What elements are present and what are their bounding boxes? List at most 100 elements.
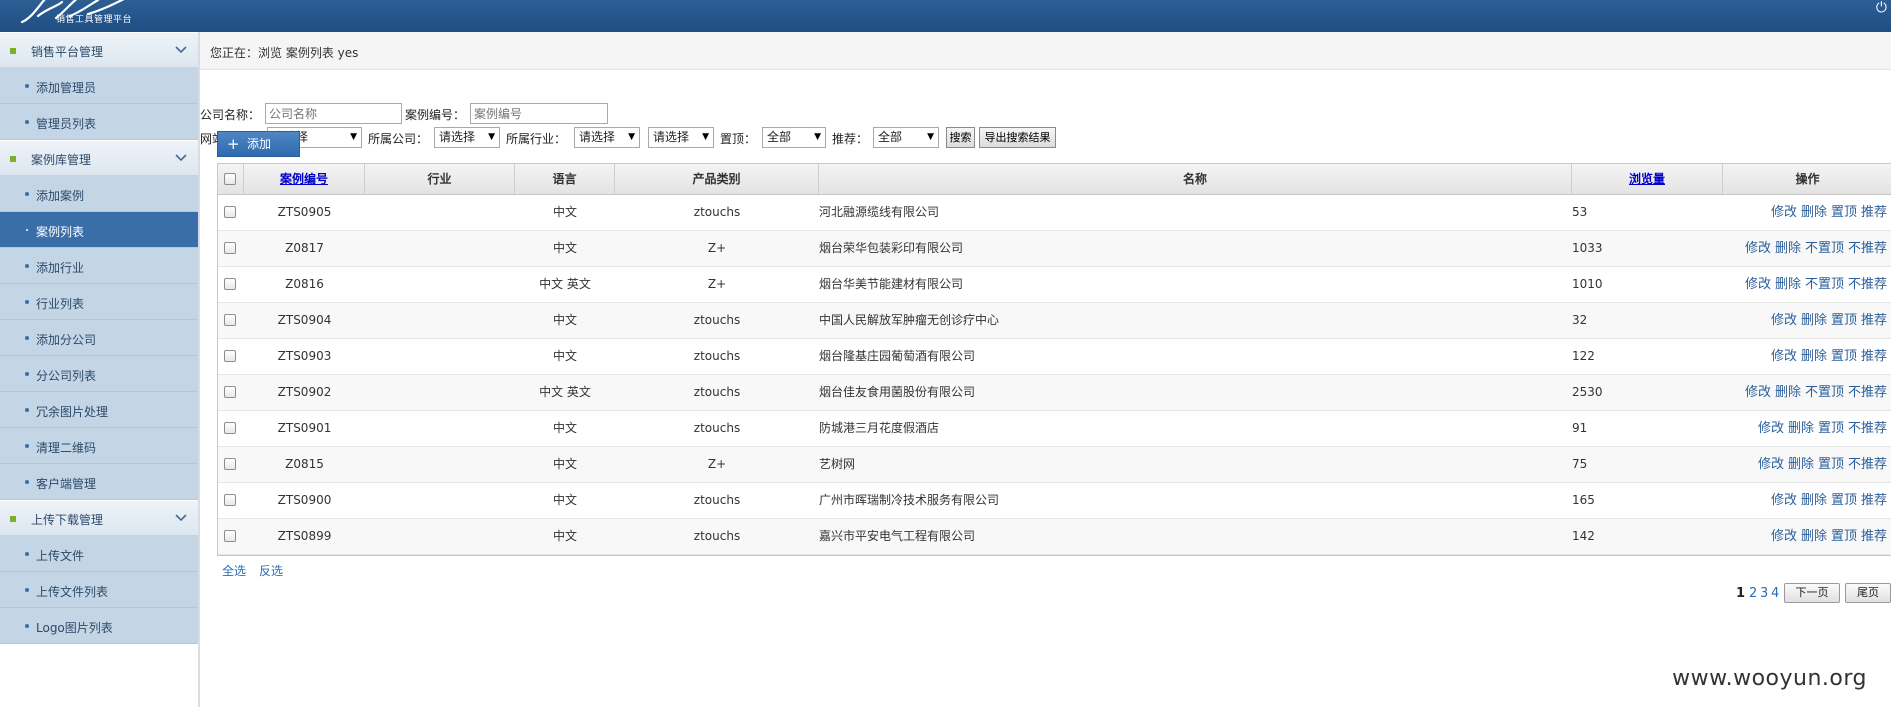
row-action-link[interactable]: 推荐 <box>1861 205 1887 220</box>
search-button[interactable]: 搜索 <box>946 127 975 148</box>
row-action-link[interactable]: 推荐 <box>1861 493 1887 508</box>
row-checkbox[interactable] <box>224 494 236 506</box>
sidebar-item-add-branch[interactable]: 添加分公司 <box>0 320 198 356</box>
row-action-link[interactable]: 置顶 <box>1831 349 1857 364</box>
row-action-link[interactable]: 不推荐 <box>1848 277 1887 292</box>
row-action-link[interactable]: 修改 <box>1771 493 1797 508</box>
row-checkbox[interactable] <box>224 278 236 290</box>
sidebar-item-add-case[interactable]: 添加案例 <box>0 176 198 212</box>
row-action-link[interactable]: 推荐 <box>1861 313 1887 328</box>
last-page-button[interactable]: 尾页 <box>1845 583 1891 603</box>
row-action-link[interactable]: 置顶 <box>1818 457 1844 472</box>
row-action-link[interactable]: 置顶 <box>1831 493 1857 508</box>
sidebar-item-industry-list[interactable]: 行业列表 <box>0 284 198 320</box>
dropdown-arrow-icon: ▼ <box>628 132 635 142</box>
sidebar-item-upload-file[interactable]: 上传文件 <box>0 536 198 572</box>
bullet-icon <box>25 444 29 448</box>
col-views[interactable]: 浏览量 <box>1572 164 1723 194</box>
row-checkbox[interactable] <box>224 314 236 326</box>
row-action-link[interactable]: 删除 <box>1801 529 1827 544</box>
sidebar-item-add-industry[interactable]: 添加行业 <box>0 248 198 284</box>
row-action-link[interactable]: 推荐 <box>1861 349 1887 364</box>
row-checkbox[interactable] <box>224 422 236 434</box>
row-action-link[interactable]: 修改 <box>1745 241 1771 256</box>
row-action-link[interactable]: 不推荐 <box>1848 421 1887 436</box>
row-checkbox[interactable] <box>224 242 236 254</box>
row-action-link[interactable]: 修改 <box>1771 529 1797 544</box>
cell-case-number: ZTS0901 <box>277 421 332 435</box>
page-link[interactable]: 4 <box>1771 586 1779 601</box>
power-icon[interactable]: ⏻ <box>1861 0 1891 18</box>
filter-row-2: 网站类型： 请选择▼ 所属公司： 请选择▼ 所属行业： 请选择▼ 请选择▼ 置顶… <box>200 126 1891 150</box>
row-checkbox[interactable] <box>224 350 236 362</box>
sidebar-group-upload-download[interactable]: 上传下载管理 <box>0 500 198 536</box>
row-action-link[interactable]: 修改 <box>1758 457 1784 472</box>
row-action-link[interactable]: 置顶 <box>1831 205 1857 220</box>
row-action-link[interactable]: 置顶 <box>1831 313 1857 328</box>
recommend-select[interactable]: 全部 ▼ <box>873 127 939 148</box>
sidebar-item-add-admin[interactable]: 添加管理员 <box>0 68 198 104</box>
next-page-button[interactable]: 下一页 <box>1784 583 1840 603</box>
sidebar-group-sales-platform[interactable]: 销售平台管理 <box>0 32 198 68</box>
row-action-link[interactable]: 删除 <box>1775 277 1801 292</box>
sidebar-item-admin-list[interactable]: 管理员列表 <box>0 104 198 140</box>
cell-views: 122 <box>1572 349 1595 363</box>
add-case-button[interactable]: + 添加 <box>217 131 300 157</box>
row-action-link[interactable]: 修改 <box>1771 205 1797 220</box>
company-name-input[interactable] <box>265 103 402 124</box>
row-action-link[interactable]: 修改 <box>1771 349 1797 364</box>
sidebar-group-case-library[interactable]: 案例库管理 <box>0 140 198 176</box>
sidebar-item-upload-list[interactable]: 上传文件列表 <box>0 572 198 608</box>
col-case-number[interactable]: 案例编号 <box>244 164 365 194</box>
sidebar-item-clear-qrcode[interactable]: 清理二维码 <box>0 428 198 464</box>
row-action-link[interactable]: 不置顶 <box>1805 385 1844 400</box>
row-checkbox[interactable] <box>224 386 236 398</box>
cell-language: 中文 <box>552 421 577 435</box>
row-action-link[interactable]: 修改 <box>1745 277 1771 292</box>
row-action-link[interactable]: 删除 <box>1801 313 1827 328</box>
row-action-link[interactable]: 不推荐 <box>1848 457 1887 472</box>
row-action-link[interactable]: 删除 <box>1775 241 1801 256</box>
case-number-input[interactable] <box>470 103 608 124</box>
row-action-link[interactable]: 修改 <box>1758 421 1784 436</box>
top-select[interactable]: 全部 ▼ <box>762 127 826 148</box>
row-action-link[interactable]: 修改 <box>1771 313 1797 328</box>
row-action-link[interactable]: 不推荐 <box>1848 385 1887 400</box>
branch-select[interactable]: 请选择 ▼ <box>434 127 500 148</box>
row-action-link[interactable]: 删除 <box>1775 385 1801 400</box>
row-checkbox[interactable] <box>224 530 236 542</box>
table-body: ZTS0905 中文 ztouchs 河北融源缆线有限公司 53 修改 删除 置顶 推荐 Z081… <box>218 195 1891 555</box>
row-action-link[interactable]: 不置顶 <box>1805 277 1844 292</box>
sidebar-item-branch-list[interactable]: 分公司列表 <box>0 356 198 392</box>
sub-industry-select[interactable]: 请选择 ▼ <box>648 127 714 148</box>
page-link[interactable]: 3 <box>1760 586 1768 601</box>
row-action-link[interactable]: 推荐 <box>1861 529 1887 544</box>
row-action-link[interactable]: 删除 <box>1801 349 1827 364</box>
logo-subtitle: 销售工具管理平台 <box>56 15 133 25</box>
select-all-link[interactable]: 全选 <box>222 562 246 579</box>
row-actions: 修改 删除 置顶 推荐 <box>1767 483 1887 518</box>
row-action-link[interactable]: 不置顶 <box>1805 241 1844 256</box>
row-action-link[interactable]: 删除 <box>1801 205 1827 220</box>
row-checkbox[interactable] <box>224 206 236 218</box>
sidebar-item-client-manage[interactable]: 客户端管理 <box>0 464 198 500</box>
sidebar-item-redundant-images[interactable]: 冗余图片处理 <box>0 392 198 428</box>
row-action-link[interactable]: 删除 <box>1788 421 1814 436</box>
sidebar-item-case-list[interactable]: 案例列表 <box>0 212 198 248</box>
sidebar-item-logo-list[interactable]: Logo图片列表 <box>0 608 198 644</box>
select-all-checkbox[interactable] <box>224 173 236 185</box>
export-results-button[interactable]: 导出搜索结果 <box>979 127 1056 148</box>
page-link[interactable]: 2 <box>1749 586 1757 601</box>
invert-selection-link[interactable]: 反选 <box>259 562 283 579</box>
row-action-link[interactable]: 置顶 <box>1831 529 1857 544</box>
case-number-label: 案例编号： <box>405 108 466 122</box>
row-action-link[interactable]: 删除 <box>1788 457 1814 472</box>
row-action-link[interactable]: 删除 <box>1801 493 1827 508</box>
row-action-link[interactable]: 不推荐 <box>1848 241 1887 256</box>
row-action-link[interactable]: 置顶 <box>1818 421 1844 436</box>
row-checkbox[interactable] <box>224 458 236 470</box>
sidebar-group-label: 案例库管理 <box>31 153 92 167</box>
cell-industry <box>365 303 515 338</box>
industry-select[interactable]: 请选择 ▼ <box>574 127 640 148</box>
row-action-link[interactable]: 修改 <box>1745 385 1771 400</box>
